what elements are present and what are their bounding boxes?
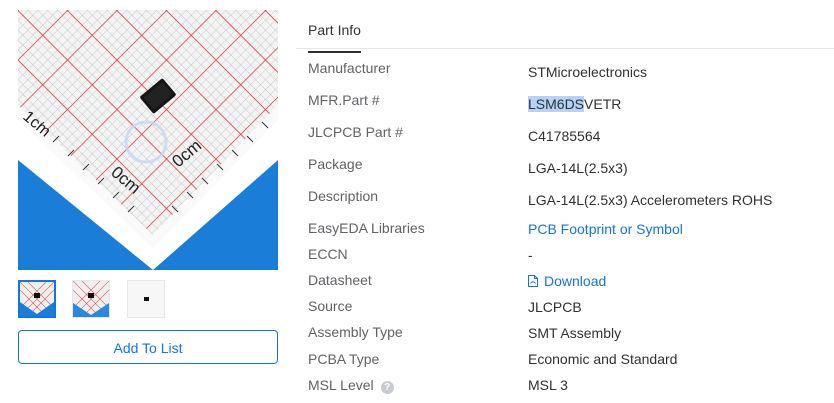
eccn-value: -	[528, 247, 533, 263]
assembly-type-value: SMT Assembly	[528, 325, 622, 341]
add-to-list-button[interactable]: Add To List	[18, 330, 278, 364]
mfr-part-value: LSM6DSVETR	[528, 96, 621, 112]
mfr-part-label: MFR.Part #	[308, 92, 380, 108]
manufacturer-label: Manufacturer	[308, 60, 391, 76]
info-tab-bar: Part Info	[296, 10, 834, 53]
datasheet-download-link[interactable]: Download	[528, 273, 606, 289]
product-main-image[interactable]: 1cm 0cm 0cm	[18, 10, 278, 270]
msl-level-label: MSL Level	[308, 377, 374, 393]
pcb-footprint-link[interactable]: PCB Footprint or Symbol	[528, 221, 683, 237]
mfr-part-rest: VETR	[584, 96, 622, 112]
thumbnail-3[interactable]	[127, 280, 165, 318]
jlcpcb-part-label: JLCPCB Part #	[308, 124, 403, 140]
eccn-label: ECCN	[308, 246, 348, 262]
pcba-type-label: PCBA Type	[308, 351, 380, 367]
thumbnail-1-image	[20, 282, 54, 316]
datasheet-label: Datasheet	[308, 272, 372, 288]
thumbnail-3-image	[128, 281, 164, 317]
pcba-type-value: Economic and Standard	[528, 351, 678, 367]
chip-on-ruler-photo: 1cm 0cm 0cm	[18, 10, 278, 270]
thumbnail-2-image	[73, 281, 109, 317]
tab-part-info[interactable]: Part Info	[308, 22, 361, 53]
jlcpcb-part-value: C41785564	[528, 128, 601, 144]
package-label: Package	[308, 156, 363, 172]
msl-level-label-wrap: MSL Level?	[308, 377, 394, 394]
mfr-part-selection: LSM6DS	[528, 96, 585, 112]
package-value: LGA-14L(2.5x3)	[528, 160, 628, 176]
description-value: LGA-14L(2.5x3) Accelerometers ROHS	[528, 192, 773, 208]
description-label: Description	[308, 188, 379, 204]
source-label: Source	[308, 298, 353, 314]
help-icon[interactable]: ?	[380, 381, 394, 394]
datasheet-download-text: Download	[544, 273, 607, 289]
msl-level-value: MSL 3	[528, 377, 568, 393]
thumbnail-1[interactable]	[18, 280, 56, 318]
easyeda-label: EasyEDA Libraries	[308, 220, 425, 236]
thumbnail-2[interactable]	[72, 280, 110, 318]
assembly-type-label: Assembly Type	[308, 324, 403, 340]
manufacturer-value: STMicroelectronics	[528, 64, 648, 80]
source-value: JLCPCB	[528, 299, 582, 315]
pdf-icon	[528, 275, 538, 287]
